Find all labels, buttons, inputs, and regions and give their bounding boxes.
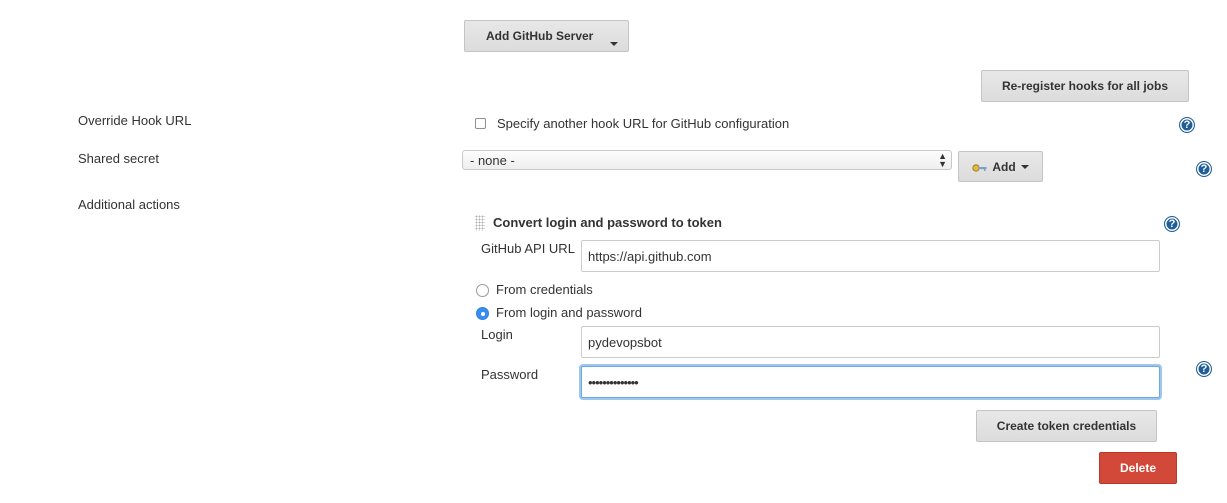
create-token-credentials-label: Create token credentials: [996, 419, 1137, 433]
radio-from-login-password[interactable]: [476, 307, 489, 320]
reregister-hooks-button[interactable]: Re-register hooks for all jobs: [981, 70, 1189, 102]
override-hook-url-label: Override Hook URL: [78, 113, 192, 128]
reregister-hooks-label: Re-register hooks for all jobs: [1001, 79, 1169, 93]
add-github-server-button[interactable]: Add GitHub Server: [464, 20, 629, 52]
help-icon[interactable]: ?: [1179, 117, 1195, 133]
password-label: Password: [481, 367, 539, 382]
add-github-server-label: Add GitHub Server: [486, 29, 594, 43]
login-label: Login: [481, 327, 513, 342]
shared-secret-selected: - none -: [470, 152, 515, 168]
create-token-credentials-button[interactable]: Create token credentials: [976, 410, 1157, 442]
github-api-url-input[interactable]: [581, 240, 1160, 272]
help-icon[interactable]: ?: [1196, 161, 1212, 177]
shared-secret-select[interactable]: - none - ▲ ▼: [462, 150, 952, 170]
key-icon: [972, 162, 988, 172]
github-api-url-label: GitHub API URL: [481, 241, 575, 256]
drag-handle-icon[interactable]: [475, 215, 485, 231]
help-icon[interactable]: ?: [1196, 361, 1212, 377]
chevron-down-icon: [1020, 158, 1029, 172]
override-hook-checkbox[interactable]: [475, 118, 486, 129]
radio-from-credentials[interactable]: [476, 284, 489, 297]
help-icon[interactable]: ?: [1164, 216, 1180, 232]
additional-actions-label: Additional actions: [78, 197, 180, 212]
chevron-down-icon[interactable]: [610, 35, 618, 49]
radio-from-credentials-label: From credentials: [496, 282, 593, 297]
add-credentials-label: Add: [992, 159, 1016, 174]
override-hook-checkbox-label: Specify another hook URL for GitHub conf…: [497, 116, 790, 131]
shared-secret-label: Shared secret: [78, 151, 159, 166]
login-input[interactable]: [581, 326, 1160, 358]
password-input[interactable]: [581, 366, 1160, 398]
delete-button[interactable]: Delete: [1099, 452, 1177, 484]
delete-label: Delete: [1119, 461, 1157, 475]
select-arrows-icon: ▲ ▼: [938, 151, 947, 169]
radio-from-login-password-label: From login and password: [496, 305, 642, 320]
section-title: Convert login and password to token: [493, 215, 722, 230]
add-credentials-button[interactable]: Add: [958, 151, 1043, 182]
